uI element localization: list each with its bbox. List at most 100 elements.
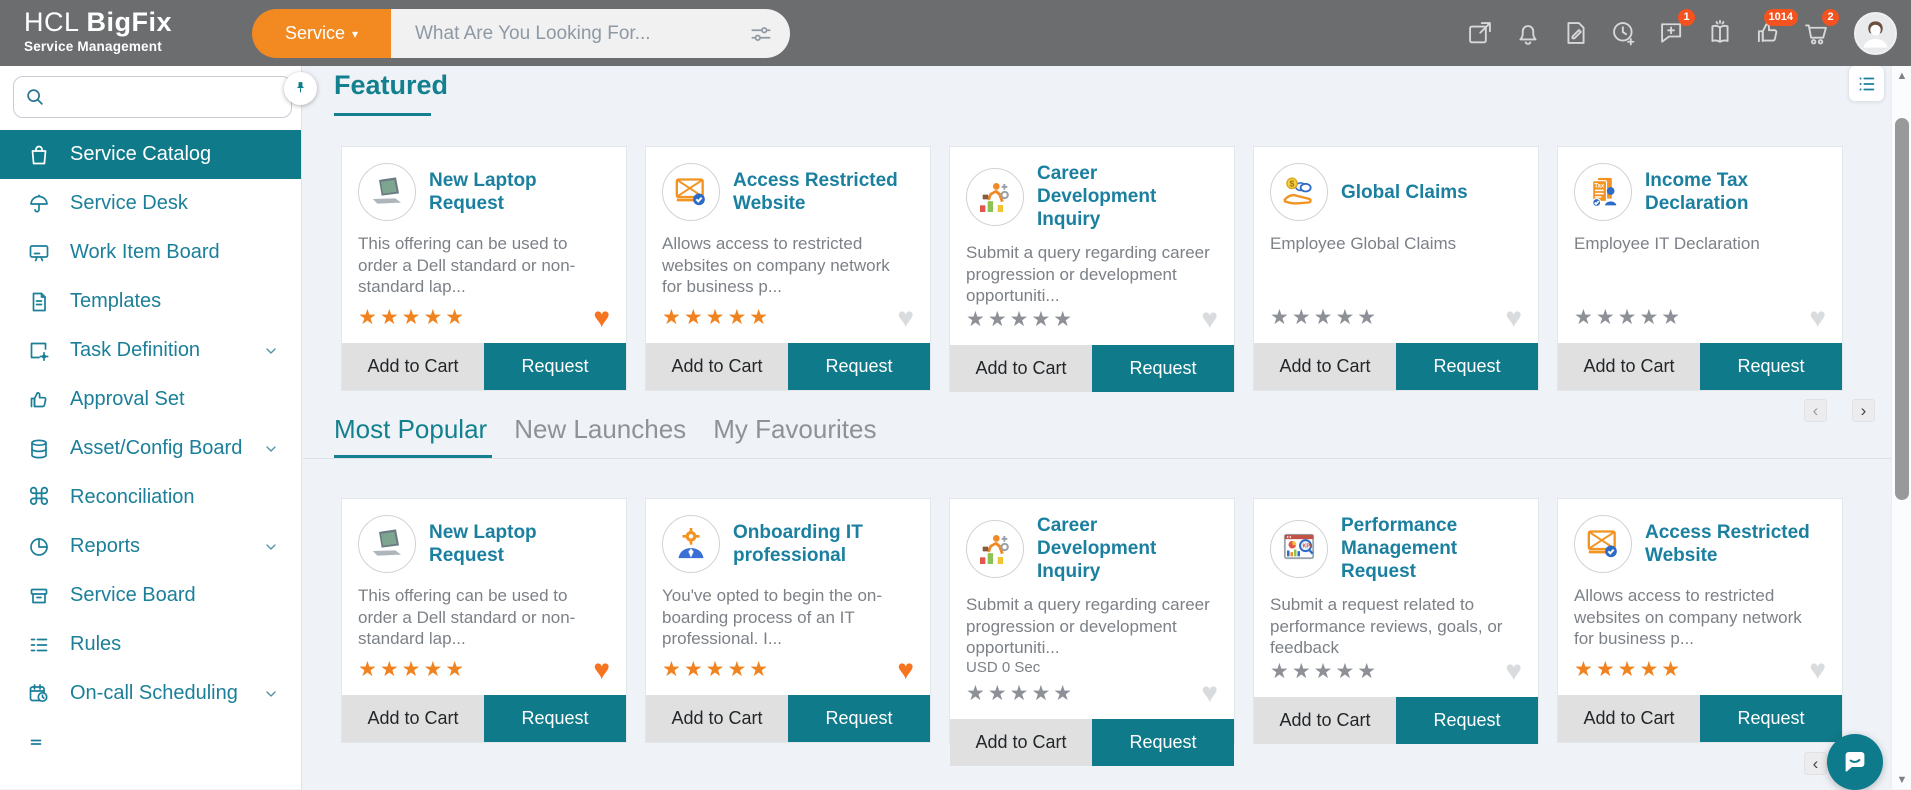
sidebar-item-asset-config-board[interactable]: Asset/Config Board: [0, 424, 301, 473]
card-title[interactable]: New Laptop Request: [429, 521, 610, 567]
card-title[interactable]: Global Claims: [1341, 181, 1468, 204]
sidebar-item-more[interactable]: [0, 718, 301, 767]
external-link-icon[interactable]: [1466, 19, 1494, 47]
card-title[interactable]: Career Development Inquiry: [1037, 514, 1218, 583]
request-button[interactable]: Request: [788, 695, 930, 742]
global-search-input[interactable]: [415, 23, 748, 45]
star-rating[interactable]: ★★★★★: [358, 305, 467, 330]
star-rating[interactable]: ★★★★★: [358, 657, 467, 682]
scrollbar-down-arrow[interactable]: ▼: [1892, 774, 1911, 786]
document-edit-icon[interactable]: [1562, 19, 1590, 47]
star-rating[interactable]: ★★★★★: [1574, 657, 1683, 682]
request-button[interactable]: Request: [484, 695, 626, 742]
add-to-cart-button[interactable]: Add to Cart: [646, 695, 788, 742]
favorite-heart-icon[interactable]: ♥: [1505, 307, 1522, 329]
request-button[interactable]: Request: [1396, 343, 1538, 390]
request-button[interactable]: Request: [788, 343, 930, 390]
request-button[interactable]: Request: [1700, 695, 1842, 742]
featured-next-button[interactable]: ›: [1852, 399, 1875, 422]
cart-icon[interactable]: 2: [1802, 19, 1830, 47]
request-button[interactable]: Request: [1396, 697, 1538, 744]
add-to-cart-button[interactable]: Add to Cart: [342, 343, 484, 390]
favorite-heart-icon[interactable]: ♥: [593, 307, 610, 329]
clock-add-icon[interactable]: [1610, 19, 1638, 47]
tab-most-popular[interactable]: Most Popular: [334, 414, 487, 445]
tab-my-favourites[interactable]: My Favourites: [713, 414, 876, 445]
favorite-heart-icon[interactable]: ♥: [1809, 307, 1826, 329]
thumbs-up-icon[interactable]: 1014: [1754, 19, 1782, 47]
scrollbar-up-arrow[interactable]: ▲: [1892, 70, 1911, 82]
brand-subtitle: Service Management: [24, 40, 172, 54]
career-development-icon: [966, 520, 1024, 578]
add-to-cart-button[interactable]: Add to Cart: [342, 695, 484, 742]
request-button[interactable]: Request: [1092, 719, 1234, 766]
sidebar-search-input[interactable]: [46, 88, 291, 106]
request-button[interactable]: Request: [1700, 343, 1842, 390]
add-to-cart-button[interactable]: Add to Cart: [1558, 343, 1700, 390]
star-rating[interactable]: ★★★★★: [662, 657, 771, 682]
favorite-heart-icon[interactable]: ♥: [897, 307, 914, 329]
top-bar: HCL BigFix Service Management Service ▾: [0, 0, 1911, 66]
sidebar-item-service-catalog[interactable]: Service Catalog: [0, 130, 301, 179]
sidebar-item-label: On-call Scheduling: [70, 682, 244, 705]
svg-text:KPI: KPI: [1303, 543, 1312, 549]
card-title[interactable]: Performance Management Request: [1341, 514, 1522, 583]
chevron-down-icon: [263, 686, 279, 702]
cart-badge: 2: [1822, 9, 1839, 26]
service-scope-dropdown[interactable]: Service ▾: [252, 9, 391, 58]
sidebar-item-reports[interactable]: Reports: [0, 522, 301, 571]
sidebar-item-service-desk[interactable]: Service Desk: [0, 179, 301, 228]
search-filter-icon[interactable]: [748, 21, 774, 47]
tab-new-launches[interactable]: New Launches: [514, 414, 686, 445]
sidebar: Service Catalog Service Desk Work Item B…: [0, 66, 302, 789]
sidebar-item-service-board[interactable]: Service Board: [0, 571, 301, 620]
sidebar-item-rules[interactable]: Rules: [0, 620, 301, 669]
sidebar-item-templates[interactable]: Templates: [0, 277, 301, 326]
add-to-cart-button[interactable]: Add to Cart: [646, 343, 788, 390]
chat-add-icon[interactable]: 1: [1658, 19, 1686, 47]
card-title[interactable]: Income Tax Declaration: [1645, 169, 1826, 215]
favorite-heart-icon[interactable]: ♥: [593, 659, 610, 681]
sidebar-item-work-item-board[interactable]: Work Item Board: [0, 228, 301, 277]
sidebar-item-label: Rules: [70, 633, 279, 656]
card-title[interactable]: Access Restricted Website: [1645, 521, 1826, 567]
add-to-cart-button[interactable]: Add to Cart: [950, 345, 1092, 392]
scrollbar-thumb[interactable]: [1895, 118, 1909, 500]
sidebar-item-task-definition[interactable]: Task Definition: [0, 326, 301, 375]
favorite-heart-icon[interactable]: ♥: [1809, 659, 1826, 681]
add-to-cart-button[interactable]: Add to Cart: [1254, 343, 1396, 390]
card-description: Allows access to restricted websites on …: [1574, 585, 1826, 650]
add-to-cart-button[interactable]: Add to Cart: [1254, 697, 1396, 744]
list-view-toggle-button[interactable]: [1848, 65, 1885, 102]
page-scrollbar[interactable]: ▲ ▼: [1891, 66, 1911, 789]
star-rating[interactable]: ★★★★★: [662, 305, 771, 330]
add-to-cart-button[interactable]: Add to Cart: [950, 719, 1092, 766]
star-rating[interactable]: ★★★★★: [1270, 659, 1379, 684]
favorite-heart-icon[interactable]: ♥: [1505, 660, 1522, 682]
favorite-heart-icon[interactable]: ♥: [1201, 682, 1218, 704]
sidebar-item-reconciliation[interactable]: ⌘ Reconciliation: [0, 473, 301, 522]
request-button[interactable]: Request: [1092, 345, 1234, 392]
sidebar-pin-button[interactable]: [284, 72, 317, 105]
sidebar-item-approval-set[interactable]: Approval Set: [0, 375, 301, 424]
request-button[interactable]: Request: [484, 343, 626, 390]
star-rating[interactable]: ★★★★★: [966, 681, 1075, 706]
star-rating[interactable]: ★★★★★: [1270, 305, 1379, 330]
brand-logo[interactable]: HCL BigFix Service Management: [24, 9, 172, 54]
card-title[interactable]: New Laptop Request: [429, 169, 610, 215]
favorite-heart-icon[interactable]: ♥: [1201, 308, 1218, 330]
add-to-cart-button[interactable]: Add to Cart: [1558, 695, 1700, 742]
card-title[interactable]: Onboarding IT professional: [733, 521, 914, 567]
bell-icon[interactable]: [1514, 19, 1542, 47]
card-title[interactable]: Access Restricted Website: [733, 169, 914, 215]
user-avatar[interactable]: [1854, 12, 1897, 55]
popular-prev-button[interactable]: ‹: [1804, 752, 1827, 775]
chat-launcher-button[interactable]: [1827, 734, 1883, 790]
star-rating[interactable]: ★★★★★: [1574, 305, 1683, 330]
favorite-heart-icon[interactable]: ♥: [897, 659, 914, 681]
card-title[interactable]: Career Development Inquiry: [1037, 162, 1218, 231]
featured-prev-button[interactable]: ‹: [1804, 399, 1827, 422]
sidebar-item-on-call-scheduling[interactable]: On-call Scheduling: [0, 669, 301, 718]
star-rating[interactable]: ★★★★★: [966, 307, 1075, 332]
knowledge-book-icon[interactable]: [1706, 19, 1734, 47]
